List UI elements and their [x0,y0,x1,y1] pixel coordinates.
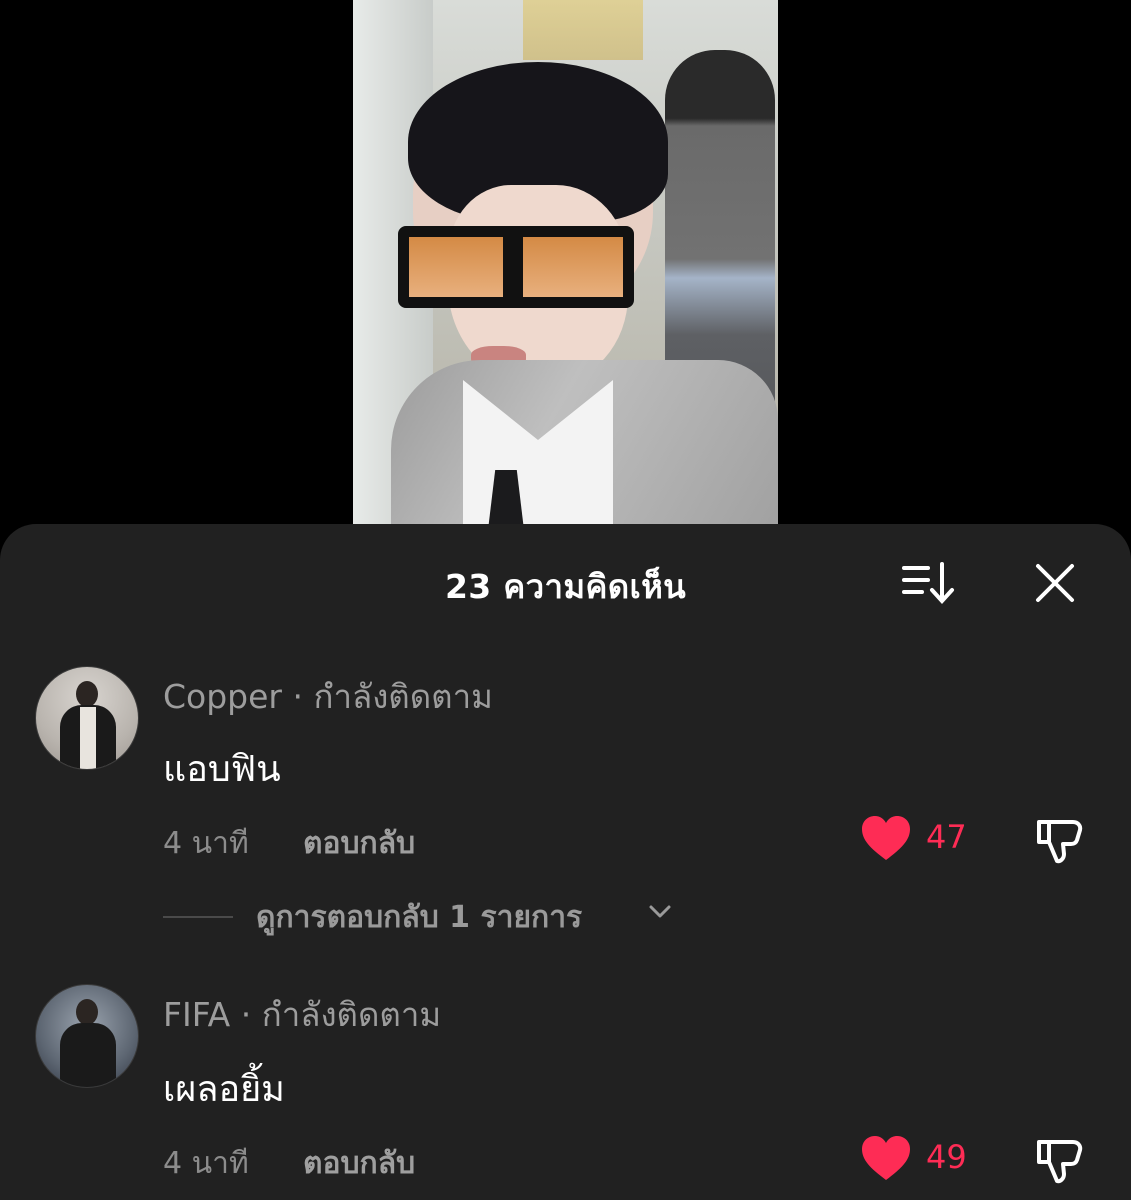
reply-button[interactable]: ตอบกลับ [303,1140,415,1187]
avatar-figure [76,999,98,1025]
dislike-button[interactable] [1033,1132,1087,1186]
video-player[interactable] [353,0,778,524]
like-count: 49 [926,1138,967,1176]
comment-timestamp: 4 นาที [163,1146,249,1181]
avatar[interactable] [35,666,139,770]
avatar-figure [76,681,98,707]
like-button[interactable]: 49 [860,1134,980,1184]
video-sunglasses-bridge [503,226,523,308]
heart-icon [862,1136,910,1180]
close-icon [1036,564,1074,602]
comment-username[interactable]: Copper · กำลังติดตาม [163,670,493,723]
close-button[interactable] [1030,558,1080,608]
comments-title: 23 ความคิดเห็น [445,567,686,606]
avatar[interactable] [35,984,139,1088]
view-replies-label: ดูการตอบกลับ 1 รายการ [256,900,583,935]
reply-button[interactable]: ตอบกลับ [303,820,415,867]
like-button[interactable]: 47 [860,814,980,864]
thumbs-down-icon [1037,820,1083,864]
comment-text: แอบฟิน [163,749,281,790]
avatar-figure-body [60,1023,116,1087]
comments-header: 23 ความคิดเห็น [0,524,1131,640]
sort-button[interactable] [898,560,958,606]
comment-username[interactable]: FIFA · กำลังติดตาม [163,988,441,1041]
chevron-down-icon [649,905,671,918]
comment-text: เผลอยิ้ม [163,1069,285,1110]
app-screen: 23 ความคิดเห็น Copper · กำลังติดตาม แอบฟ… [0,0,1131,1200]
heart-icon [862,816,910,860]
comments-sheet: 23 ความคิดเห็น Copper · กำลังติดตาม แอบฟ… [0,524,1131,1200]
view-replies-divider [163,916,233,918]
comment-timestamp: 4 นาที [163,826,249,861]
avatar-figure-shirt [80,707,96,769]
like-count: 47 [926,818,967,856]
video-background-shelf [523,0,643,60]
thumbs-down-icon [1037,1140,1083,1184]
dislike-button[interactable] [1033,812,1087,866]
sort-icon [902,562,954,604]
view-replies-button[interactable]: ดูการตอบกลับ 1 รายการ [163,894,703,935]
